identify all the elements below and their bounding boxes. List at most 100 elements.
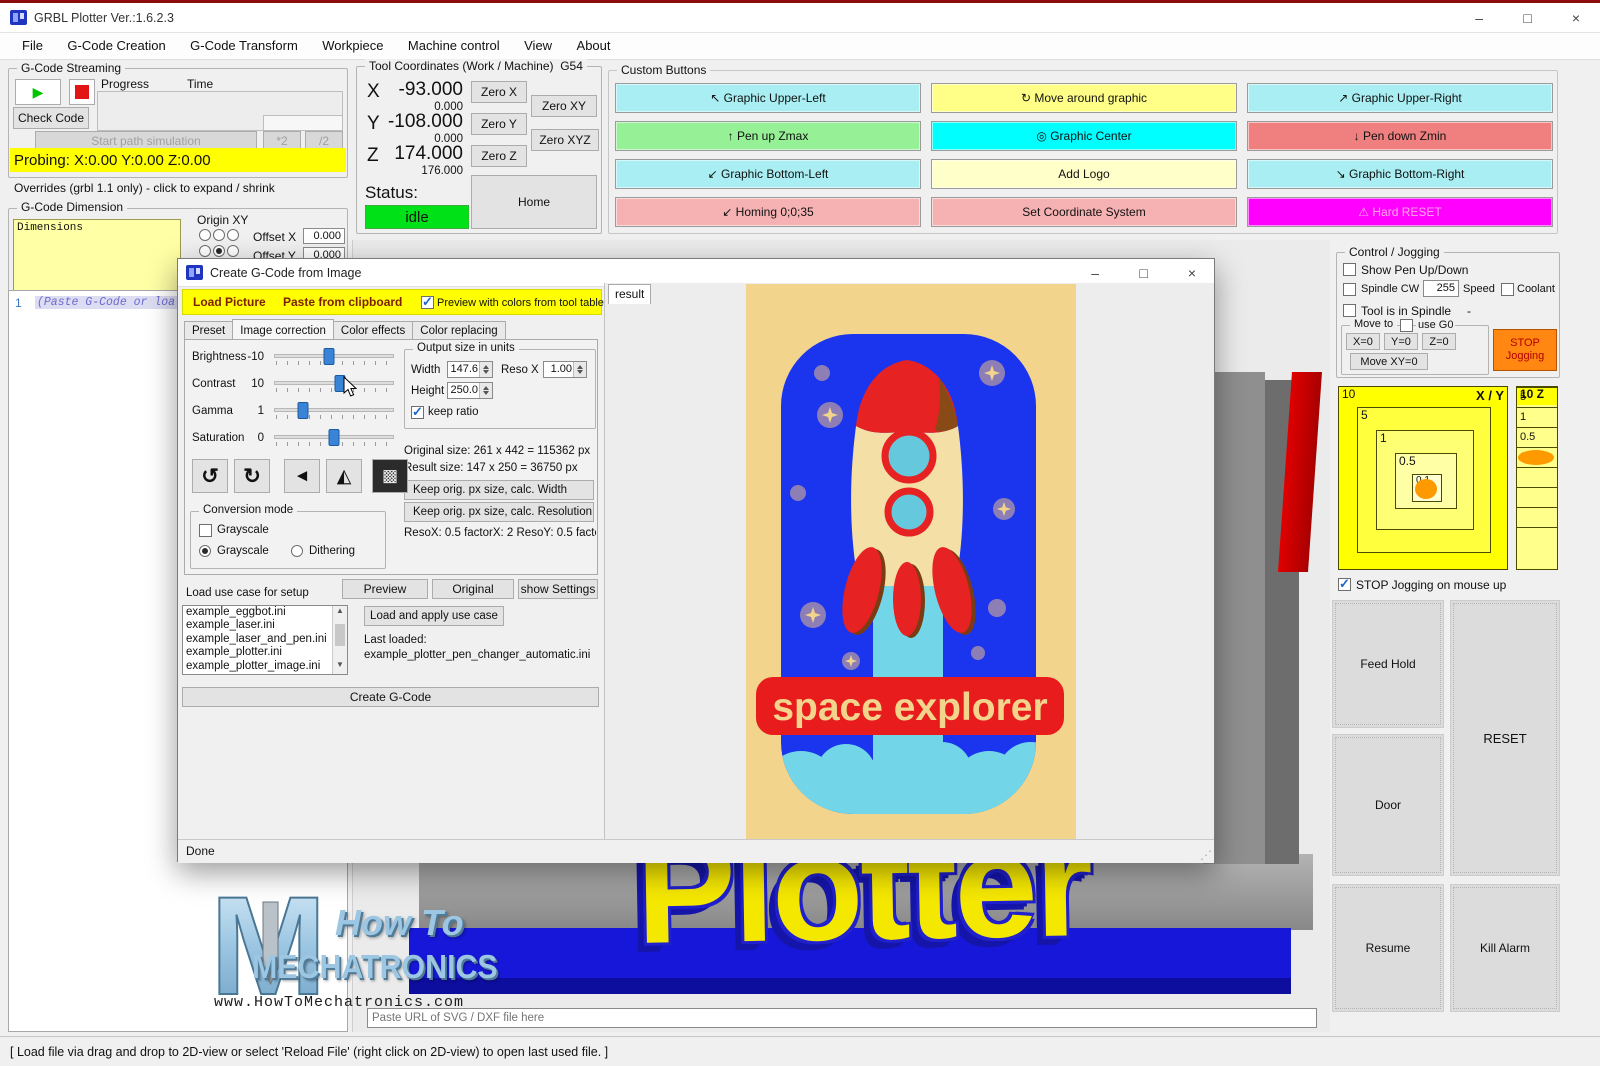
jog-z-step[interactable]: 5	[1517, 387, 1557, 407]
jog-z-step[interactable]: 0.5	[1517, 427, 1557, 447]
stop-on-mouseup-checkbox[interactable]	[1338, 578, 1351, 591]
dithering-radio[interactable]	[291, 545, 303, 557]
zero-xy-button[interactable]: Zero XY	[531, 95, 597, 117]
grayscale-checkbox[interactable]	[199, 524, 212, 537]
check-code-button[interactable]: Check Code	[13, 107, 89, 129]
gamma-slider[interactable]	[274, 402, 394, 420]
offset-x-field[interactable]: 0.000	[303, 228, 345, 244]
origin-radio[interactable]	[199, 245, 211, 257]
rotate-ccw-button[interactable]: ↺	[192, 459, 228, 493]
maximize-button[interactable]: □	[1506, 4, 1550, 31]
custom-button-graphic-upper-left[interactable]: ↖ Graphic Upper-Left	[615, 83, 921, 113]
minimize-button[interactable]: –	[1457, 4, 1501, 31]
tab-preset[interactable]: Preset	[184, 321, 233, 339]
height-field[interactable]: 250.0	[447, 382, 493, 399]
door-button[interactable]: Door	[1332, 734, 1444, 876]
custom-button-graphic-center[interactable]: ◎ Graphic Center	[931, 121, 1237, 151]
load-apply-usecase-button[interactable]: Load and apply use case	[364, 606, 504, 626]
zero-xyz-button[interactable]: Zero XYZ	[531, 129, 599, 151]
jog-z-step[interactable]	[1517, 507, 1557, 527]
tab-image-correction[interactable]: Image correction	[232, 319, 334, 339]
origin-radio[interactable]	[227, 245, 239, 257]
move-x0-button[interactable]: X=0	[1346, 333, 1380, 350]
menu-machine-control[interactable]: Machine control	[398, 35, 510, 56]
custom-button-move-around-graphic[interactable]: ↻ Move around graphic	[931, 83, 1237, 113]
origin-radio[interactable]	[227, 229, 239, 241]
show-settings-button[interactable]: show Settings	[518, 579, 598, 599]
saturation-slider[interactable]	[274, 429, 394, 447]
usecase-item[interactable]: example_eggbot.ini	[183, 606, 347, 619]
custom-button-add-logo[interactable]: Add Logo	[931, 159, 1237, 189]
width-field[interactable]: 147.6	[447, 361, 493, 378]
rotate-cw-button[interactable]: ↻	[234, 459, 270, 493]
jog-step-1-ring[interactable]: 1 0.5 0.1	[1376, 430, 1474, 530]
custom-button-graphic-upper-right[interactable]: ↗ Graphic Upper-Right	[1247, 83, 1553, 113]
dialog-close-button[interactable]: ×	[1170, 259, 1214, 286]
brightness-slider[interactable]	[274, 348, 394, 366]
width-spinner[interactable]	[479, 362, 492, 377]
original-button[interactable]: Original	[432, 579, 514, 599]
paste-clipboard-button[interactable]: Paste from clipboard	[283, 295, 402, 309]
preview-button[interactable]: Preview	[342, 579, 428, 599]
jog-z-step[interactable]	[1517, 467, 1557, 487]
resume-button[interactable]: Resume	[1332, 884, 1444, 1012]
reso-x-spinner[interactable]	[573, 362, 586, 377]
origin-radio[interactable]	[213, 229, 225, 241]
spindle-cw-checkbox[interactable]	[1343, 283, 1356, 296]
keep-size-calc-width-button[interactable]: Keep orig. px size, calc. Width	[404, 480, 594, 500]
jog-position-dot[interactable]	[1415, 479, 1437, 499]
home-button[interactable]: Home	[471, 175, 597, 229]
usecase-scrollbar[interactable]: ▲ ▼	[332, 606, 347, 674]
tool-in-spindle-checkbox[interactable]	[1343, 304, 1356, 317]
create-gcode-button[interactable]: Create G-Code	[182, 687, 599, 707]
origin-radio[interactable]	[199, 229, 211, 241]
jog-pad-z[interactable]: 10 Z 5 1 0.5 0.1	[1516, 386, 1558, 570]
result-tab[interactable]: result	[608, 284, 651, 304]
tab-color-replacing[interactable]: Color replacing	[412, 321, 505, 339]
menu-gcode-transform[interactable]: G-Code Transform	[180, 35, 308, 56]
usecase-item[interactable]: example_laser.ini	[183, 619, 347, 632]
jog-step-5-ring[interactable]: 5 1 0.5 0.1	[1357, 407, 1491, 553]
custom-button-hard-reset[interactable]: ⚠ Hard RESET	[1247, 197, 1553, 227]
height-spinner[interactable]	[479, 383, 492, 398]
move-z0-button[interactable]: Z=0	[1422, 333, 1456, 350]
jog-z-step[interactable]: 1	[1517, 407, 1557, 427]
reso-x-field[interactable]: 1.00	[543, 361, 587, 378]
custom-button-graphic-bottom-left[interactable]: ↙ Graphic Bottom-Left	[615, 159, 921, 189]
move-y0-button[interactable]: Y=0	[1384, 333, 1418, 350]
contrast-slider[interactable]	[274, 375, 394, 393]
scroll-down-icon[interactable]: ▼	[333, 660, 347, 674]
flip-vertical-button[interactable]: ◭	[326, 459, 362, 493]
custom-button-set-coordinate-system[interactable]: Set Coordinate System	[931, 197, 1237, 227]
custom-button-homing[interactable]: ↙ Homing 0;0;35	[615, 197, 921, 227]
kill-alarm-button[interactable]: Kill Alarm	[1450, 884, 1560, 1012]
scroll-thumb[interactable]	[335, 624, 345, 646]
usecase-listbox[interactable]: example_eggbot.ini example_laser.ini exa…	[182, 605, 348, 675]
custom-button-pen-down[interactable]: ↓ Pen down Zmin	[1247, 121, 1553, 151]
menu-workpiece[interactable]: Workpiece	[312, 35, 393, 56]
dialog-maximize-button[interactable]: □	[1122, 259, 1166, 286]
play-button[interactable]: ▶	[15, 79, 61, 105]
stop-button[interactable]	[69, 79, 95, 105]
keep-ratio-checkbox[interactable]	[411, 406, 424, 419]
stop-jogging-button[interactable]: STOP Jogging	[1493, 329, 1557, 371]
reset-button[interactable]: RESET	[1450, 600, 1560, 876]
zero-x-button[interactable]: Zero X	[471, 81, 527, 103]
zero-z-button[interactable]: Zero Z	[471, 145, 527, 167]
load-picture-button[interactable]: Load Picture	[193, 295, 266, 309]
zero-y-button[interactable]: Zero Y	[471, 113, 527, 135]
origin-radio-selected[interactable]	[213, 245, 225, 257]
jog-z-step[interactable]	[1517, 527, 1557, 547]
menu-view[interactable]: View	[514, 35, 562, 56]
jog-z-dot[interactable]	[1518, 450, 1554, 465]
menu-gcode-creation[interactable]: G-Code Creation	[57, 35, 175, 56]
jog-z-step[interactable]: 0.1	[1517, 447, 1557, 467]
tab-color-effects[interactable]: Color effects	[333, 321, 413, 339]
custom-button-graphic-bottom-right[interactable]: ↘ Graphic Bottom-Right	[1247, 159, 1553, 189]
menu-file[interactable]: File	[12, 35, 53, 56]
spindle-speed-field[interactable]: 255	[1423, 280, 1459, 297]
menu-about[interactable]: About	[567, 35, 621, 56]
custom-button-pen-up[interactable]: ↑ Pen up Zmax	[615, 121, 921, 151]
close-button[interactable]: ×	[1554, 4, 1598, 31]
scroll-up-icon[interactable]: ▲	[333, 606, 347, 620]
